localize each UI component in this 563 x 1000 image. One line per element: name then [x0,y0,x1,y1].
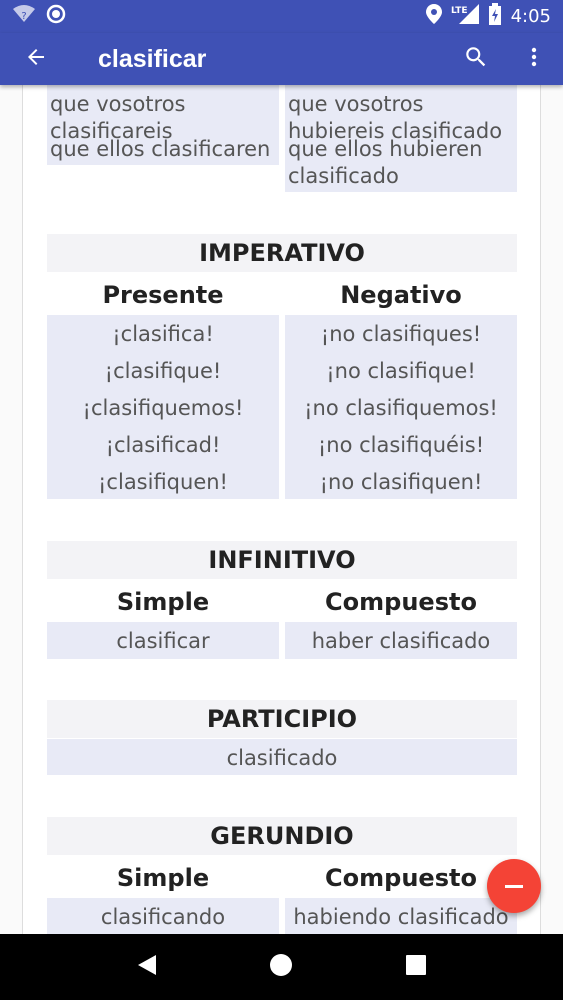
conjugation-cell: ¡no clasifiquemos! [304,396,498,420]
location-icon [425,4,442,29]
conjugation-cell: clasificando [100,905,226,929]
square-recents-icon [405,954,427,981]
conjugation-cell: que ellos hubieren clasificado [288,137,483,188]
section-header-gerundio: GERUNDIO [47,817,517,855]
svg-text:LTE: LTE [451,6,468,16]
more-options-button[interactable] [505,33,563,85]
more-vert-icon [522,45,546,74]
conjugation-cell: haber clasificado [311,629,491,653]
triangle-back-icon [136,953,158,982]
column-header-simple: Simple [116,588,210,616]
conjugation-cell: habiendo clasificado [293,905,509,929]
conjugation-cell: clasificado [226,746,338,770]
subjuntivo-futuro-perfecto-column: que vosotros hubiereis clasificado que e… [285,85,517,192]
search-button[interactable] [447,33,505,85]
conjugation-cell: ¡no clasifiques! [320,322,482,346]
search-icon [463,44,489,75]
conjugation-content[interactable]: que vosotros clasificareis que ellos cla… [0,85,563,934]
conjugation-cell: ¡clasifica! [112,322,214,346]
column-header-compuesto: Compuesto [325,588,477,616]
conjugation-cell: ¡clasifiquemos! [82,396,244,420]
circle-home-icon [269,953,293,982]
page-title: clasificar [98,44,207,73]
conjugation-cell: ¡no clasifiquen! [319,470,483,494]
conjugation-cell: clasificar [116,629,210,653]
system-nav-bar [0,934,563,1000]
nav-recents-button[interactable] [396,947,436,987]
conjugation-card: que vosotros clasificareis que ellos cla… [22,85,541,934]
record-icon [46,4,66,29]
nav-back-button[interactable] [127,947,167,987]
status-time: 4:05 [510,6,551,27]
conjugation-cell: ¡clasificad! [105,433,221,457]
conjugation-cell: ¡no clasifiquéis! [317,433,485,457]
column-header-simple: Simple [116,864,210,892]
section-header-infinitivo: INFINITIVO [47,541,517,579]
column-header-negativo: Negativo [340,281,462,309]
conjugation-cell: ¡no clasifique! [326,359,476,383]
section-header-participio: PARTICIPIO [47,700,517,738]
status-bar: ? LTE 4:05 [0,0,563,33]
app-bar: clasificar [0,33,563,85]
conjugation-cell: ¡clasifiquen! [98,470,228,494]
svg-text:?: ? [21,11,26,22]
conjugation-cell: que ellos clasificaren [50,137,271,161]
minus-icon [505,884,523,888]
signal-icon: LTE [451,4,479,29]
section-header-imperativo: IMPERATIVO [47,234,517,272]
subjuntivo-futuro-column: que vosotros clasificareis que ellos cla… [47,85,279,165]
conjugation-cell: ¡clasifique! [104,359,222,383]
collapse-fab-button[interactable] [487,859,541,913]
wifi-icon: ? [12,4,36,29]
column-header-presente: Presente [102,281,224,309]
back-button[interactable] [0,33,76,85]
nav-home-button[interactable] [261,947,301,987]
column-header-compuesto: Compuesto [325,864,477,892]
arrow-back-icon [24,45,48,74]
battery-icon [488,3,502,30]
